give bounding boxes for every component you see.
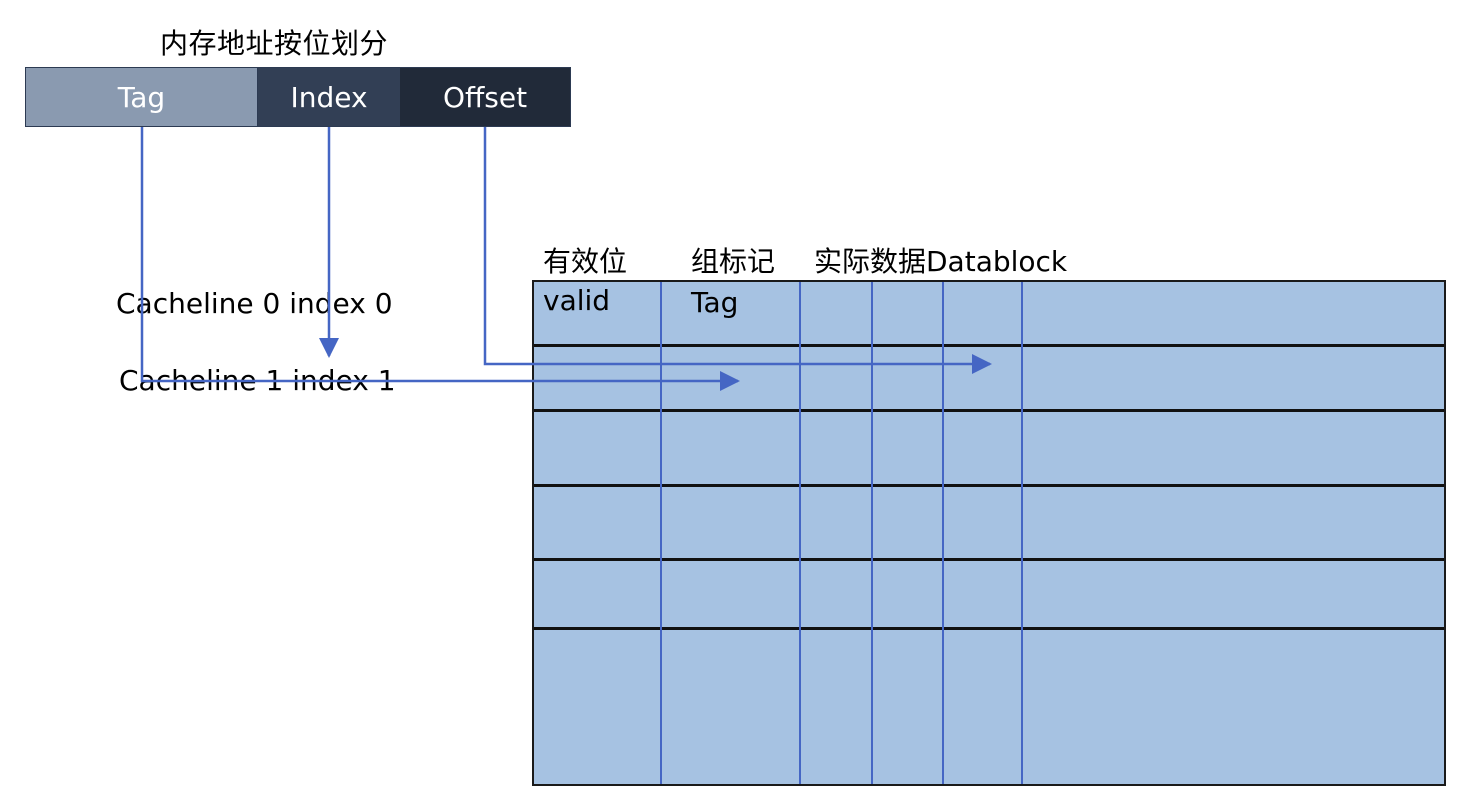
- tag-arrow: [140, 127, 740, 391]
- mapping-arrows: [140, 127, 992, 391]
- offset-arrow: [483, 127, 992, 374]
